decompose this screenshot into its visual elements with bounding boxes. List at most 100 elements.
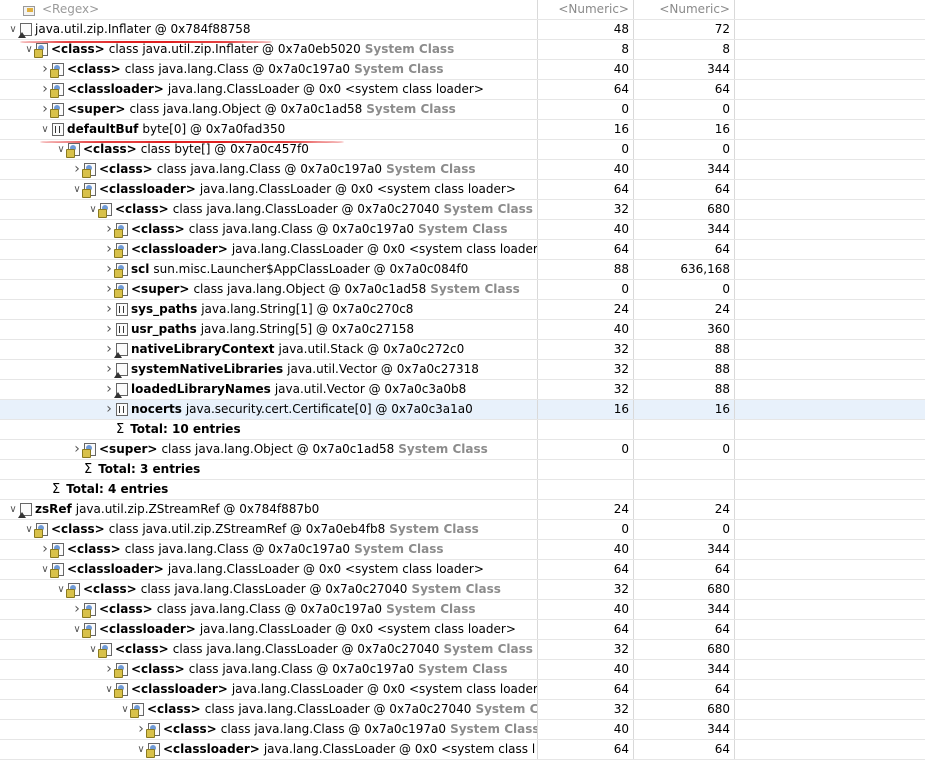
tree-row[interactable]: ∨ <class> class java.lang.ClassLoader @ 0x… [0,640,925,660]
tree-row[interactable]: ∨ zsRef java.util.zip.ZStreamRef @ 0x784f8… [0,500,925,520]
object-label: java.lang.ClassLoader @ 0x0 <system clas… [199,182,516,196]
retained-heap-filter[interactable]: <Numeric> [634,0,735,19]
field-name: <class> [67,542,121,556]
tree-row[interactable]: ∨ java.util.zip.Inflater @ 0x784f88758 48 7… [0,20,925,40]
retained-heap-value: 0 [634,100,735,119]
object-label: java.lang.ClassLoader @ 0x0 <system clas… [199,622,516,636]
tree-row[interactable]: ∨ <class> class byte[] @ 0x7a0c457f0 0 0 [0,140,925,160]
field-name: <super> [99,442,158,456]
retained-heap-value [634,480,735,499]
name-cell: › usr_paths java.lang.String[5] @ 0x7a0c27… [0,320,538,339]
object-label: class java.lang.Object @ 0x7a0c1ad58 [129,102,363,116]
row-content: › nocerts java.security.cert.Certificate[0… [102,400,473,419]
tree-row[interactable]: › nocerts java.security.cert.Certificate[0… [0,400,925,420]
total-label: Total: 4 entries [66,482,169,496]
name-cell: › <super> class java.lang.Object @ 0x7a0c1… [0,280,538,299]
tree-row[interactable]: › <super> class java.lang.Object @ 0x7a0c1… [0,280,925,300]
tree-row[interactable]: › usr_paths java.lang.String[5] @ 0x7a0c27… [0,320,925,340]
regex-filter-cell[interactable]: <Regex> [0,0,538,19]
tree-row[interactable]: ∨ <class> class java.lang.ClassLoader @ 0x… [0,700,925,720]
tree-body: ∨ java.util.zip.Inflater @ 0x784f88758 48 7… [0,20,925,760]
row-content: ∨ java.util.zip.Inflater @ 0x784f88758 [6,20,251,39]
class-object-icon [34,43,48,58]
tree-row[interactable]: › <class> class java.lang.Class @ 0x7a0c19… [0,540,925,560]
field-name: <classloader> [67,82,164,96]
regex-filter-input[interactable]: <Regex> [42,0,99,19]
collapse-chevron-icon[interactable]: ∨ [38,120,52,139]
system-class-tag: System Class [450,722,538,736]
row-content: ∨ <class> class java.util.zip.ZStreamRef @… [22,520,479,539]
tree-row[interactable]: ∨ <class> class java.util.zip.Inflater @ 0… [0,40,925,60]
tree-row[interactable]: ∨ <class> class java.lang.ClassLoader @ 0x… [0,200,925,220]
row-content: › <super> class java.lang.Object @ 0x7a0c1… [38,100,456,119]
row-content: ∨ <class> class java.lang.ClassLoader @ 0x… [118,700,537,719]
tree-row[interactable]: ∨ defaultBuf byte[0] @ 0x7a0fad350 16 16 [0,120,925,140]
retained-heap-value: 16 [634,400,735,419]
tree-row[interactable]: › <class> class java.lang.Class @ 0x7a0c19… [0,160,925,180]
tree-row[interactable]: › <super> class java.lang.Object @ 0x7a0c1… [0,100,925,120]
shallow-heap-filter[interactable]: <Numeric> [538,0,634,19]
tree-row[interactable]: › <class> class java.lang.Class @ 0x7a0c19… [0,720,925,740]
object-label: java.lang.ClassLoader @ 0x0 <system clas… [231,242,538,256]
retained-heap-value [634,420,735,439]
object-label: java.lang.String[5] @ 0x7a0c27158 [200,322,414,336]
tree-row[interactable]: › scl sun.misc.Launcher$AppClassLoader @ 0… [0,260,925,280]
tree-row[interactable]: ∨ <class> class java.lang.ClassLoader @ 0x… [0,580,925,600]
object-label: class java.lang.Class @ 0x7a0c197a0 [188,222,415,236]
row-content: › <class> class java.lang.Class @ 0x7a0c19… [102,660,508,679]
shallow-heap-value: 64 [538,680,634,699]
tree-row[interactable]: ∨ <classloader> java.lang.ClassLoader @ 0x… [0,740,925,760]
expand-chevron-icon[interactable]: › [102,300,116,319]
name-cell: ∨ <class> class java.lang.ClassLoader @ 0x… [0,200,538,219]
tree-row[interactable]: › loadedLibraryNames java.util.Vector @ 0x… [0,380,925,400]
tree-row[interactable]: › systemNativeLibraries java.util.Vector @… [0,360,925,380]
tree-row[interactable]: › <class> class java.lang.Class @ 0x7a0c19… [0,660,925,680]
tree-row[interactable]: › <class> class java.lang.Class @ 0x7a0c19… [0,600,925,620]
retained-heap-value: 680 [634,200,735,219]
tree-row[interactable]: ∨ <class> class java.util.zip.ZStreamRef @… [0,520,925,540]
shallow-heap-value: 40 [538,60,634,79]
shallow-heap-value: 40 [538,720,634,739]
array-object-icon [116,323,128,336]
retained-heap-value: 64 [634,180,735,199]
field-name: defaultBuf [67,122,139,136]
retained-heap-value: 64 [634,80,735,99]
shallow-heap-value: 88 [538,260,634,279]
tree-row[interactable]: › <classloader> java.lang.ClassLoader @ 0x… [0,240,925,260]
name-cell: › sys_paths java.lang.String[1] @ 0x7a0c27… [0,300,538,319]
system-class-tag: System Class [418,222,508,236]
tree-row[interactable]: ∨ <classloader> java.lang.ClassLoader @ 0x… [0,620,925,640]
class-object-icon [146,743,160,758]
tree-row[interactable]: › sys_paths java.lang.String[1] @ 0x7a0c27… [0,300,925,320]
tree-row[interactable]: › <classloader> java.lang.ClassLoader @ 0x… [0,80,925,100]
retained-heap-value: 64 [634,740,735,759]
object-label: java.lang.ClassLoader @ 0x0 <system clas… [167,562,484,576]
field-name: nativeLibraryContext [131,342,275,356]
field-name: <super> [131,282,190,296]
field-name: usr_paths [131,322,197,336]
expand-chevron-icon[interactable]: › [102,400,116,419]
tree-row[interactable]: › nativeLibraryContext java.util.Stack @ 0… [0,340,925,360]
total-row: Σ Total: 10 entries [0,420,925,440]
system-class-tag: System Class [386,162,476,176]
expand-chevron-icon[interactable]: › [102,320,116,339]
retained-heap-value: 0 [634,280,735,299]
tree-row[interactable]: ∨ <classloader> java.lang.ClassLoader @ 0x… [0,560,925,580]
field-name: scl [131,262,150,276]
tree-row[interactable]: › <super> class java.lang.Object @ 0x7a0c1… [0,440,925,460]
object-label: class java.lang.Class @ 0x7a0c197a0 [124,62,351,76]
tree-row[interactable]: › <class> class java.lang.Class @ 0x7a0c19… [0,220,925,240]
object-label: java.util.Vector @ 0x7a0c3a0b8 [274,382,467,396]
tree-row[interactable]: › <class> class java.lang.Class @ 0x7a0c19… [0,60,925,80]
field-name: <class> [147,702,201,716]
field-name: <classloader> [99,182,196,196]
tree-row[interactable]: ∨ <classloader> java.lang.ClassLoader @ 0x… [0,180,925,200]
retained-heap-value: 64 [634,620,735,639]
name-cell: ∨ <class> class java.lang.ClassLoader @ 0x… [0,700,538,719]
row-content: ∨ <classloader> java.lang.ClassLoader @ 0x… [102,680,537,699]
retained-heap-value: 636,168 [634,260,735,279]
row-content: › <super> class java.lang.Object @ 0x7a0c1… [102,280,520,299]
tree-row[interactable]: ∨ <classloader> java.lang.ClassLoader @ 0x… [0,680,925,700]
row-content: › <class> class java.lang.Class @ 0x7a0c19… [102,220,508,239]
retained-heap-value: 344 [634,160,735,179]
